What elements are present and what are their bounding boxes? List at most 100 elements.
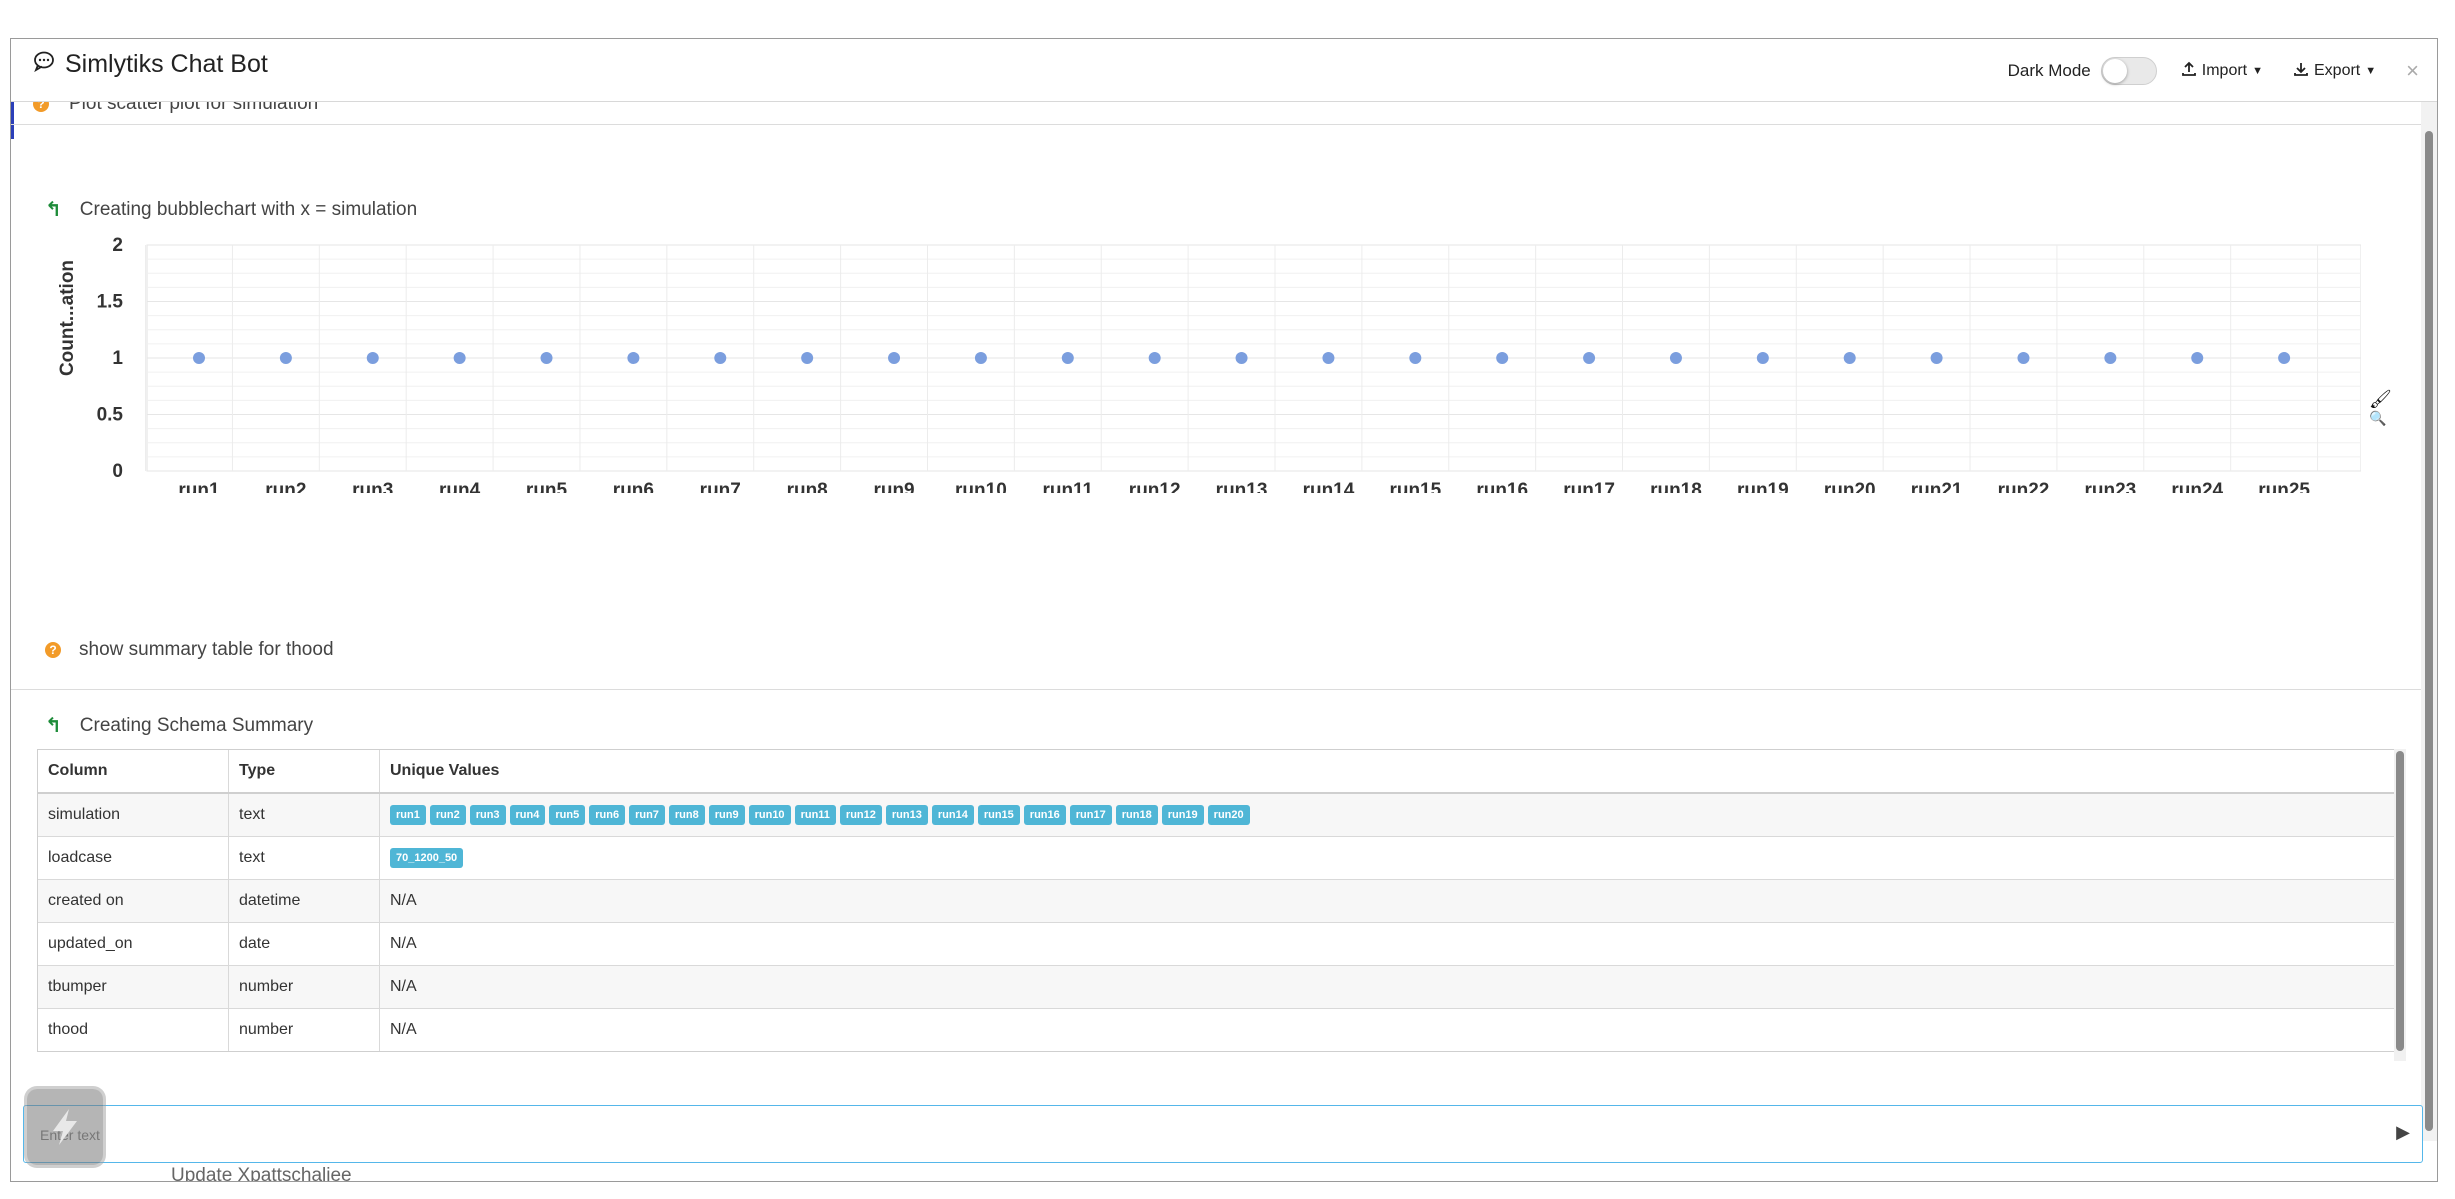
- header-type: Type: [228, 750, 380, 794]
- data-point: [540, 352, 553, 364]
- x-tick-label: run15: [1389, 480, 1441, 493]
- value-badge: run9: [708, 805, 745, 825]
- bot-message-chart: ↰ Creating bubblechart with x = simulati…: [45, 197, 417, 222]
- chart-tools: 🖌 🔍: [2369, 389, 2392, 427]
- cell-type: number: [228, 1008, 380, 1051]
- question-circle-icon: ?: [33, 101, 49, 112]
- summary-table: Column Type Unique Values simulation text…: [38, 750, 2398, 1051]
- x-tick-label: run2: [265, 480, 306, 493]
- export-label: Export: [2314, 62, 2361, 79]
- bubble-chart-svg: run1 run2 run3 run4 run5 run6 run7 run8 run9 run1…: [57, 235, 2362, 538]
- data-point: [193, 352, 205, 364]
- window-title: Simlytiks Chat Bot: [33, 50, 268, 79]
- x-tick-label: run10: [955, 480, 1007, 493]
- value-badge: run3: [469, 805, 506, 825]
- selection-edge: [11, 101, 14, 139]
- data-point: [1409, 352, 1422, 364]
- y-tick-label: 0: [112, 461, 123, 482]
- value-badge: run14: [931, 805, 974, 825]
- cell-unique-values: 70_1200_50: [379, 836, 2398, 880]
- chat-input[interactable]: [38, 1120, 2342, 1150]
- chevron-down-icon: ▼: [2365, 65, 2377, 77]
- value-badge: run20: [1207, 805, 1250, 825]
- data-point: [1669, 352, 1682, 364]
- header-unique-values: Unique Values: [379, 750, 2398, 794]
- window-title-text: Simlytiks Chat Bot: [65, 50, 268, 78]
- data-point: [627, 352, 640, 364]
- chat-scrollbar[interactable]: [2421, 101, 2437, 1141]
- cell-type: number: [228, 965, 380, 1009]
- x-tick-label: run20: [1824, 480, 1876, 493]
- x-tick-label: run24: [2171, 480, 2223, 493]
- y-tick-label: 0.5: [97, 405, 124, 426]
- schema-summary-table: Column Type Unique Values simulation text…: [37, 749, 2399, 1052]
- data-point: [1148, 352, 1161, 364]
- value-badge: run1: [390, 805, 426, 825]
- user-message-text: show summary table for thood: [79, 639, 334, 660]
- window-header: Simlytiks Chat Bot Dark Mode Import ▼ Ex…: [11, 39, 2437, 102]
- data-point: [974, 352, 987, 364]
- data-point: [2017, 352, 2030, 364]
- cell-unique-values: N/A: [379, 1008, 2398, 1051]
- bot-message-summary: ↰ Creating Schema Summary: [45, 713, 313, 738]
- data-point: [2278, 352, 2291, 364]
- value-badge: run15: [977, 805, 1020, 825]
- data-point: [366, 352, 379, 364]
- x-tick-label: run12: [1129, 480, 1181, 493]
- user-message-partial: ? Plot scatter plot for simulation: [33, 101, 318, 115]
- upload-icon: [2181, 61, 2197, 82]
- table-row: updated_on date N/A: [38, 922, 2398, 966]
- question-circle-icon: ?: [45, 642, 61, 658]
- lightning-icon: [53, 1109, 77, 1145]
- cell-column: updated_on: [38, 922, 229, 966]
- value-badge: run17: [1069, 805, 1112, 825]
- header-column: Column: [38, 750, 229, 794]
- cell-column: loadcase: [38, 836, 229, 880]
- data-point: [1496, 352, 1509, 364]
- cell-column: tbumper: [38, 965, 229, 1009]
- table-scrollbar[interactable]: [2394, 749, 2406, 1061]
- close-button[interactable]: ×: [2406, 58, 2419, 84]
- user-message-summary: ? show summary table for thood: [45, 639, 334, 661]
- value-badge: run6: [589, 805, 626, 825]
- chat-content: ? Plot scatter plot for simulation ↰ Cre…: [11, 101, 2423, 1141]
- cell-unique-values: N/A: [379, 879, 2398, 923]
- table-row: simulation text run1 run2 run3 run4 run5 run6 ru…: [38, 792, 2398, 837]
- import-label: Import: [2201, 62, 2248, 79]
- dark-mode-toggle[interactable]: [2100, 57, 2157, 85]
- value-badge: run13: [885, 805, 928, 825]
- y-tick-label: 1.5: [97, 292, 124, 313]
- x-tick-label: run25: [2258, 480, 2310, 493]
- cell-column: created on: [38, 879, 229, 923]
- table-row: thood number N/A: [38, 1008, 2398, 1051]
- send-icon[interactable]: ▶: [2396, 1122, 2410, 1143]
- data-point: [1061, 352, 1074, 364]
- download-icon: [2293, 61, 2309, 82]
- x-tick-label: run1: [178, 480, 220, 493]
- value-badge: run7: [629, 805, 665, 825]
- cell-type: text: [228, 792, 380, 837]
- x-tick-label: run14: [1303, 480, 1355, 493]
- floating-action-button[interactable]: [27, 1089, 103, 1165]
- value-badge: run2: [429, 805, 466, 825]
- x-tick-label: run23: [2084, 480, 2136, 493]
- brush-icon[interactable]: 🖌: [2369, 389, 2392, 410]
- zoom-icon[interactable]: 🔍: [2369, 410, 2392, 427]
- divider: [11, 689, 2423, 690]
- cell-type: text: [228, 836, 380, 880]
- data-point: [453, 352, 466, 364]
- data-point: [2191, 352, 2204, 364]
- data-point: [1235, 352, 1248, 364]
- x-tick-label: run6: [613, 480, 654, 493]
- value-badge: run19: [1161, 805, 1204, 825]
- x-tick-label: run13: [1216, 480, 1268, 493]
- cell-type: datetime: [228, 879, 380, 923]
- cell-column: simulation: [38, 792, 229, 837]
- export-button[interactable]: Export ▼: [2293, 61, 2376, 82]
- chevron-down-icon: ▼: [2252, 65, 2263, 77]
- chat-scrollbar-thumb[interactable]: [2425, 131, 2433, 1131]
- table-scrollbar-thumb[interactable]: [2396, 751, 2404, 1051]
- chatbot-window: Simlytiks Chat Bot Dark Mode Import ▼ Ex…: [10, 38, 2438, 1182]
- value-badge: run18: [1115, 805, 1158, 825]
- import-button[interactable]: Import ▼: [2181, 61, 2263, 82]
